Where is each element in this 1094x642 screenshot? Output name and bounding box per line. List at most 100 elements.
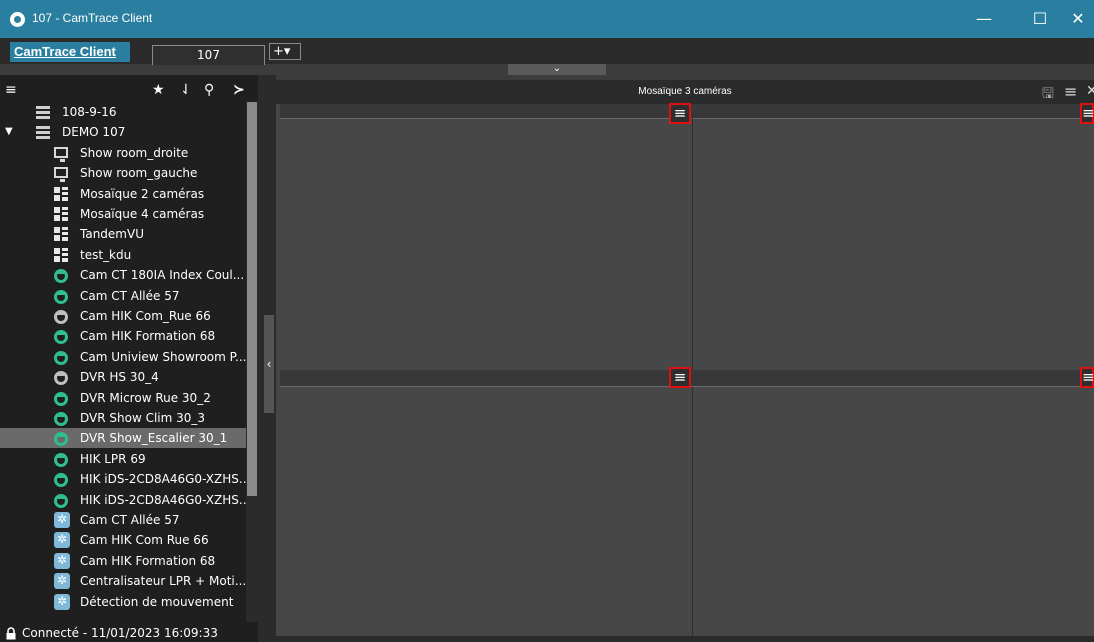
tree-item[interactable]: HIK LPR 69 [0, 449, 246, 469]
tree-item-label: Mosaïque 2 caméras [80, 186, 205, 201]
tree-item-label: Mosaïque 4 caméras [80, 207, 205, 221]
tree-item[interactable]: ✲ Cam HIK Formation 68 [0, 551, 246, 571]
tree-item[interactable]: DVR HS 30_4 [0, 367, 246, 387]
tree-item[interactable]: Show room_droite [0, 143, 246, 163]
tree-item[interactable]: Mosaïque 4 caméras [0, 204, 246, 224]
analytics-icon: ✲ [54, 593, 70, 610]
close-icon[interactable]: ✕ [1086, 83, 1094, 99]
tree-item-label: Cam HIK Formation 68 [80, 329, 216, 344]
device-tree[interactable]: 108-9-16 ▼ DEMO 107 Show room_droite Show ro… [0, 102, 258, 622]
mosaic-icon [54, 227, 68, 242]
terminal-icon[interactable]: ≻ [233, 80, 245, 100]
tree-item-label: HIK LPR 69 [80, 451, 146, 466]
camera-menu-button[interactable]: ≡ [1080, 367, 1094, 388]
tree-item-label: Cam HIK Formation 68 [80, 553, 216, 568]
bottom-bar [276, 636, 1094, 642]
sidebar-scroll-thumb[interactable] [247, 102, 257, 496]
camera-icon [54, 473, 68, 488]
tree-item[interactable]: 108-9-16 [0, 102, 246, 122]
tree-item[interactable]: DVR Microw Rue 30_2 [0, 388, 246, 408]
tree-item[interactable]: Cam CT Allée 57 [0, 286, 246, 306]
tab-site-107[interactable]: 107 [152, 45, 265, 65]
tree-item-label: Cam HIK Com Rue 66 [80, 533, 209, 548]
sidebar-toolbar: ≡ ★ ⇃ ⚲ ≻ [0, 80, 258, 100]
tree-item-label: test_kdu [80, 247, 132, 262]
tree-item-label: Cam CT Allée 57 [80, 288, 180, 303]
add-tab-button[interactable]: +▾ [269, 43, 301, 60]
tree-item-label: Show room_droite [80, 145, 189, 160]
camera-icon [54, 310, 68, 324]
tree-item[interactable]: Show room_gauche [0, 163, 246, 183]
tree-item-label: DVR Show Clim 30_3 [80, 411, 206, 425]
tree-item[interactable]: DVR Show Clim 30_3 [0, 408, 246, 428]
mosaic-icon [54, 207, 68, 221]
tree-item[interactable]: Mosaïque 2 caméras [0, 184, 246, 204]
camera-icon [54, 432, 68, 447]
tree-item[interactable]: Cam HIK Formation 68 [0, 326, 246, 346]
tree-item[interactable]: HIK iDS-2CD8A46G0-XZHS... [0, 469, 250, 489]
minimize-button[interactable]: — [962, 0, 1006, 38]
tree-item[interactable]: ✲ Centralisateur LPR + Moti... [0, 571, 246, 591]
server-icon [36, 126, 50, 140]
tree-item-label: 108-9-16 [62, 105, 117, 119]
mosaic-title: Mosaïque 3 caméras [638, 86, 732, 97]
tree-item-label: Cam HIK Com_Rue 66 [80, 309, 211, 323]
tree-item[interactable]: ✲ Cam CT Allée 57 [0, 510, 246, 530]
server-icon [36, 106, 50, 119]
tree-item-label: DVR Show_Escalier 30_1 [80, 431, 228, 446]
tree-item-label: TandemVU [80, 227, 144, 242]
camera-icon [54, 371, 68, 386]
camera-icon [54, 350, 68, 365]
analytics-icon: ✲ [54, 532, 70, 549]
maximize-button[interactable]: ☐ [1018, 0, 1062, 38]
monitor-icon [54, 146, 68, 162]
star-icon[interactable]: ★ [152, 80, 165, 100]
tree-item-label: DVR Microw Rue 30_2 [80, 390, 211, 405]
mosaic-icon [54, 247, 68, 262]
tree-item-label: Cam Uniview Showroom P... [80, 349, 247, 364]
camera-icon [54, 289, 68, 304]
tree-item[interactable]: ✲ Détection de mouvement [0, 592, 246, 612]
tree-item-label: Cam CT Allée 57 [80, 513, 180, 527]
camera-icon [54, 493, 68, 508]
monitor-icon [54, 167, 68, 183]
sort-icon[interactable]: ⇃ [180, 80, 192, 100]
app-menu-tab[interactable]: CamTrace Client [10, 42, 130, 62]
camera-icon [54, 452, 68, 467]
title-bar: 107 - CamTrace Client — ☐ ✕ [0, 0, 1094, 38]
tree-item[interactable]: ▼ DEMO 107 [0, 122, 246, 142]
search-icon[interactable]: ⚲ [204, 80, 214, 100]
camera-icon [54, 391, 68, 406]
tree-item-label: Show room_gauche [80, 166, 198, 181]
menu-icon[interactable]: ≡ [5, 80, 17, 100]
analytics-icon: ✲ [54, 552, 70, 569]
tree-item-label: DVR HS 30_4 [80, 370, 159, 385]
tree-item[interactable]: DVR Show_Escalier 30_1 [0, 428, 246, 449]
camera-menu-button[interactable]: ≡ [1080, 103, 1094, 124]
tree-item[interactable]: test_kdu [0, 245, 246, 265]
connection-status: Connecté - 11/01/2023 16:09:33 [22, 626, 218, 640]
tree-item-label: HIK iDS-2CD8A46G0-XZHS... [80, 492, 251, 507]
camera-icon [54, 330, 68, 345]
close-window-button[interactable]: ✕ [1062, 0, 1094, 38]
camera-menu-button[interactable]: ≡ [669, 103, 691, 124]
tree-item-label: Détection de mouvement [80, 594, 234, 609]
tree-item[interactable]: Cam Uniview Showroom P... [0, 347, 246, 367]
tree-item-label: DEMO 107 [62, 125, 126, 140]
tree-item[interactable]: TandemVU [0, 224, 246, 244]
collapse-sidebar-button[interactable]: ‹ [264, 315, 274, 413]
tree-item[interactable]: Cam CT 180IA Index Coul... [0, 265, 246, 285]
camera-menu-button[interactable]: ≡ [669, 367, 691, 388]
expand-arrow-icon[interactable]: ▼ [5, 122, 13, 142]
analytics-icon: ✲ [54, 512, 70, 528]
collapse-toolbar-toggle[interactable]: ⌄ [508, 64, 606, 75]
analytics-icon: ✲ [54, 573, 70, 590]
tree-item[interactable]: Cam HIK Com_Rue 66 [0, 306, 246, 326]
mosaic-menu-icon[interactable]: ≡ [1064, 82, 1077, 101]
camera-icon [54, 412, 68, 426]
tree-item[interactable]: HIK iDS-2CD8A46G0-XZHS... [0, 490, 250, 510]
tree-item-label: Centralisateur LPR + Moti... [80, 574, 247, 589]
lock-icon [6, 627, 16, 640]
tree-item[interactable]: ✲ Cam HIK Com Rue 66 [0, 530, 246, 550]
tree-item-label: Cam CT 180IA Index Coul... [80, 268, 245, 283]
